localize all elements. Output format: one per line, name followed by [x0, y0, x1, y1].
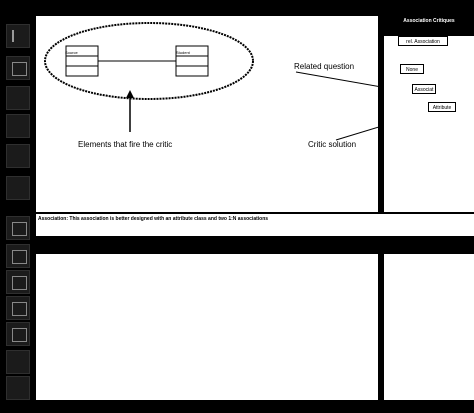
pointer-arrowhead-elements: [126, 90, 134, 98]
left-toolbar: [0, 0, 36, 413]
diagram-svg: [44, 22, 378, 141]
class-name-source: Source: [65, 50, 78, 55]
toolbar-button-12[interactable]: [6, 376, 30, 400]
toolbar-button-2[interactable]: [6, 86, 30, 110]
link-icon: [12, 276, 27, 290]
diagram-canvas[interactable]: Source Student Elements that fire the cr…: [36, 16, 378, 212]
details-side-pane[interactable]: [384, 254, 474, 400]
toolbar-button-8[interactable]: [6, 270, 30, 294]
label-related-question: Related question: [294, 62, 355, 71]
details-pane[interactable]: [36, 254, 378, 400]
pointer-arrow-question: [295, 71, 378, 87]
toolbar-button-5[interactable]: [6, 176, 30, 200]
pointer-arrow-solution: [335, 126, 378, 141]
critic-message-text: Association: This association is better …: [38, 216, 269, 222]
class-name-student: Student: [176, 50, 190, 55]
critic-item-association[interactable]: Associat: [412, 84, 436, 94]
critic-item-none[interactable]: None: [400, 64, 424, 74]
diagram-icon: [12, 222, 27, 236]
status-bar: [0, 400, 474, 413]
toolbar-button-class[interactable]: [6, 56, 30, 80]
class-icon: [12, 62, 27, 76]
package-icon: [12, 328, 27, 342]
toolbar-button-7[interactable]: [6, 244, 30, 268]
critic-item-attribute[interactable]: Attribute: [428, 102, 456, 112]
toolbar-button-4[interactable]: [6, 144, 30, 168]
toolbar-button-3[interactable]: [6, 114, 30, 138]
critics-panel-title: Association Critiques: [403, 18, 455, 24]
toolbar-button-6[interactable]: [6, 216, 30, 240]
cursor-icon: [12, 30, 27, 42]
toolbar-button-10[interactable]: [6, 322, 30, 346]
label-elements-fire-critic: Elements that fire the critic: [78, 140, 173, 149]
critic-action-button[interactable]: rel. Association: [398, 36, 448, 46]
class-diagram-icon: [12, 250, 27, 264]
toolbar-button-9[interactable]: [6, 296, 30, 320]
toolbar-button-select[interactable]: [6, 24, 30, 48]
label-critic-solution: Critic solution: [308, 140, 357, 149]
tree-icon: [12, 302, 27, 316]
toolbar-button-11[interactable]: [6, 350, 30, 374]
